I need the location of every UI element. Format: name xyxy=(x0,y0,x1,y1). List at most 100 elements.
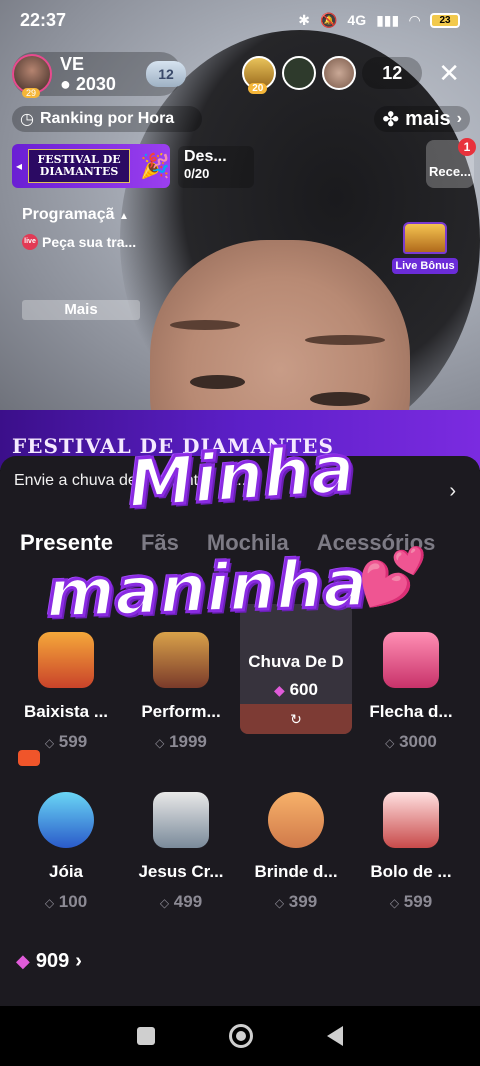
rece-badge: 1 xyxy=(458,138,476,156)
chevron-right-icon: › xyxy=(456,110,462,127)
system-nav-bar xyxy=(0,1006,480,1066)
gift-name: Bolo de ... xyxy=(370,862,452,881)
live-bonus-button[interactable]: Live Bônus xyxy=(392,222,458,280)
gift-price-value: 599 xyxy=(403,892,433,911)
home-icon[interactable] xyxy=(229,1024,253,1048)
host-level-badge: 29 xyxy=(22,88,41,98)
mascot-icon: 🎉 xyxy=(140,152,170,180)
gift-price: ◇ 3000 xyxy=(355,732,467,752)
gift-price: ◇ 1999 xyxy=(125,732,237,752)
gift-item[interactable]: Flecha d... ◇ 3000 xyxy=(355,632,467,752)
gift-item[interactable]: Perform... ◇ 1999 xyxy=(125,632,237,752)
tab-presente[interactable]: Presente xyxy=(20,530,113,556)
gift-price-value: 599 xyxy=(58,732,88,751)
schedule-item[interactable]: live Peça sua tra... xyxy=(22,234,136,250)
host-avatar[interactable]: 29 xyxy=(12,54,52,98)
gift-item[interactable]: Bolo de ... ◇ 599 xyxy=(355,792,467,912)
gift-price: ◇ 399 xyxy=(240,892,352,912)
diamond-icon: ◇ xyxy=(274,896,285,910)
video-brow-right xyxy=(305,335,385,345)
chevron-right-icon: › xyxy=(75,950,82,972)
gift-item[interactable]: Jesus Cr... ◇ 499 xyxy=(125,792,237,912)
status-icons: ✱ 🔕 4G ▮▮▮ ◠ 23 xyxy=(298,12,460,29)
host-info: VE ● 2030 xyxy=(60,55,116,93)
grid-icon: ✤ xyxy=(382,108,400,131)
gift-name: Chuva De D xyxy=(248,652,344,671)
video-eye-left xyxy=(190,375,245,389)
sticker-line-2: maninha xyxy=(43,543,370,634)
gift-image xyxy=(153,632,209,688)
host-coins-value: 2030 xyxy=(75,74,116,94)
diamond-balance[interactable]: ◆ 909 › xyxy=(16,950,82,973)
gift-sheet: Envie a chuva de diamantes na... › Prese… xyxy=(0,456,480,1006)
schedule-title[interactable]: Programaçã ▲ xyxy=(22,206,129,224)
viewer-bar: 20 12 ✕ xyxy=(242,56,460,94)
gift-image xyxy=(268,792,324,848)
status-time: 22:37 xyxy=(20,9,67,30)
gift-name: Brinde d... xyxy=(254,862,338,881)
clock-icon: ◷ xyxy=(20,111,34,128)
gift-price: ◇ 100 xyxy=(10,892,122,912)
rece-button[interactable]: 1 Rece... xyxy=(426,138,476,188)
sticker-line-1: Minha xyxy=(124,429,359,525)
host-card[interactable]: 29 VE ● 2030 12 xyxy=(12,52,186,98)
flame-icon: ● xyxy=(60,74,71,94)
mission-card[interactable]: Des... 0/20 xyxy=(178,146,254,188)
gift-item[interactable]: Jóia ◇ 100 xyxy=(10,792,122,912)
gift-name: Baixista ... xyxy=(23,702,109,721)
gift-image xyxy=(153,792,209,848)
close-icon[interactable]: ✕ xyxy=(438,58,460,89)
chevron-right-icon: › xyxy=(449,480,456,502)
diamond-icon: ◇ xyxy=(385,736,395,750)
diamond-icon: ◇ xyxy=(389,896,400,910)
gift-name: Jesus Cr... xyxy=(138,862,224,881)
gift-name: Jóia xyxy=(48,862,84,881)
viewer-avatar-2[interactable] xyxy=(282,56,317,90)
video-eye-right xyxy=(310,392,370,406)
video-brow-left xyxy=(170,320,240,330)
diamond-icon: ◆ xyxy=(16,951,30,971)
live-icon: live xyxy=(22,234,38,250)
viewer-count[interactable]: 12 xyxy=(362,57,423,89)
diamond-icon: ◇ xyxy=(44,896,55,910)
host-coins: ● 2030 xyxy=(60,75,116,93)
festival-banner-title: FESTIVAL DE DIAMANTES xyxy=(28,148,131,184)
host-name: VE xyxy=(60,54,85,74)
gift-price-value: 499 xyxy=(173,892,203,911)
balance-value: 909 xyxy=(35,950,70,972)
back-icon[interactable] xyxy=(327,1026,343,1046)
schedule-more-button[interactable]: Mais xyxy=(22,300,140,320)
festival-banner[interactable]: ◂ FESTIVAL DE DIAMANTES 🎉 xyxy=(12,144,170,188)
new-badge xyxy=(18,750,40,766)
diamond-icon: ◇ xyxy=(159,896,170,910)
gift-image xyxy=(383,632,439,688)
network-label: 4G xyxy=(347,12,367,28)
live-bonus-label: Live Bônus xyxy=(392,258,458,274)
mission-title: Des... xyxy=(184,148,227,165)
recents-icon[interactable] xyxy=(137,1027,155,1045)
viewer-level-badge: 20 xyxy=(248,83,268,94)
gift-price: ◇ 599 xyxy=(355,892,467,912)
viewer-avatar-1[interactable]: 20 xyxy=(242,56,277,94)
gift-price-value: 3000 xyxy=(399,732,437,751)
viewer-avatar-3[interactable] xyxy=(322,56,357,90)
diamond-icon: ◆ xyxy=(274,682,285,698)
diamond-icon: ◇ xyxy=(155,736,165,750)
gift-name: Perform... xyxy=(141,702,221,721)
gift-price: ◇ 599 xyxy=(10,732,122,752)
send-spinner-icon[interactable]: ↻ xyxy=(240,704,352,734)
gift-item[interactable]: Baixista ... ◇ 599 xyxy=(10,632,122,752)
mission-progress: 0/20 xyxy=(184,166,210,181)
wing-level-badge[interactable]: 12 xyxy=(146,61,186,87)
gift-item[interactable]: Brinde d... ◇ 399 xyxy=(240,792,352,912)
gift-image xyxy=(38,792,94,848)
gift-price: ◇ 499 xyxy=(125,892,237,912)
diamond-icon: ◇ xyxy=(44,736,55,750)
wifi-icon: ◠ xyxy=(409,11,420,28)
caret-up-icon: ▲ xyxy=(118,211,129,222)
hearts-sticker-icon: 💕 xyxy=(358,545,428,608)
ranking-button[interactable]: ◷ Ranking por Hora xyxy=(12,106,202,132)
gift-price: ◆ 600 xyxy=(240,680,352,700)
more-top-button[interactable]: ✤ mais › xyxy=(374,106,470,132)
status-bar: 22:37 ✱ 🔕 4G ▮▮▮ ◠ 23 xyxy=(0,0,480,40)
